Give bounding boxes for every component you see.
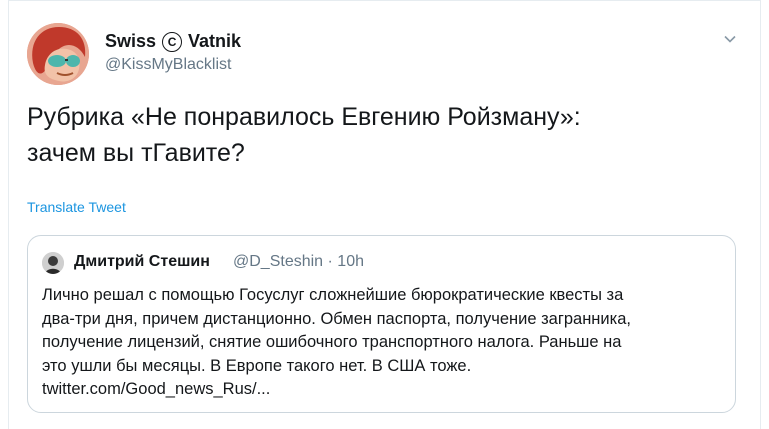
translate-tweet-link[interactable]: Translate Tweet bbox=[27, 199, 126, 215]
quoted-text: Лично решал с помощью Госуслуг сложнейши… bbox=[42, 286, 631, 398]
quoted-separator: · bbox=[327, 253, 333, 270]
quoted-author-avatar bbox=[42, 252, 64, 274]
quoted-tweet[interactable]: Дмитрий Стешин @D_Steshin · 10h Лично ре… bbox=[27, 235, 736, 413]
copyright-icon: C bbox=[162, 31, 183, 52]
quoted-author-handle: @D_Steshin bbox=[233, 253, 324, 270]
author-handle[interactable]: @KissMyBlacklist bbox=[105, 56, 231, 74]
chevron-down-icon[interactable] bbox=[722, 31, 738, 47]
author-name-part1: Swiss bbox=[105, 31, 157, 51]
tweet-card: Swiss C Vatnik @KissMyBlacklist Рубрика … bbox=[8, 0, 761, 429]
quoted-meta: @D_Steshin · 10h bbox=[233, 253, 364, 271]
tweet-text: Рубрика «Не понравилось Евгению Ройзману… bbox=[27, 103, 581, 167]
author-avatar[interactable] bbox=[27, 23, 89, 85]
author-display-name[interactable]: Swiss C Vatnik bbox=[105, 31, 241, 52]
author-name-part2: Vatnik bbox=[188, 31, 242, 51]
quoted-time: 10h bbox=[337, 253, 364, 270]
quoted-author-name: Дмитрий Стешин bbox=[74, 253, 210, 270]
